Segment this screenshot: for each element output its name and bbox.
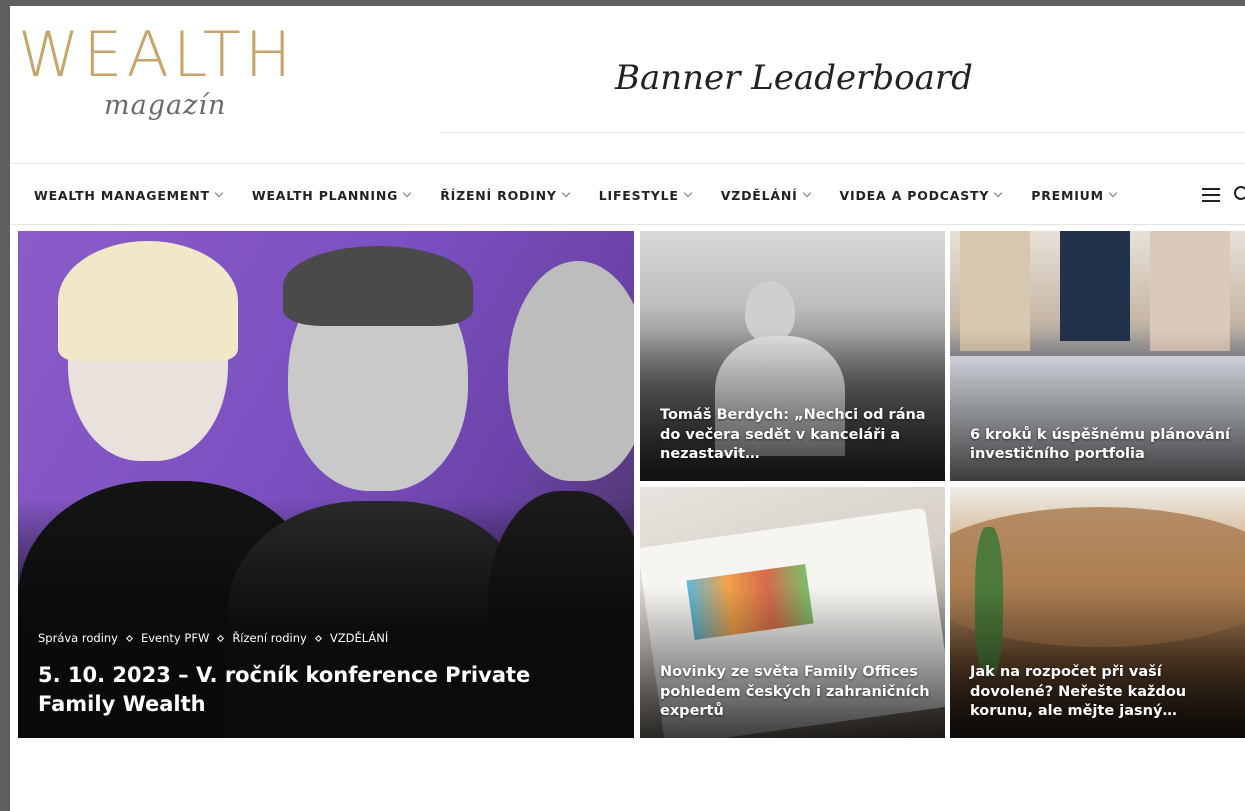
search-icon[interactable] [1234,186,1245,200]
nav-item-videa-a-podcasty[interactable]: VIDEA A PODCASTY [839,187,1003,203]
chevron-down-icon [1108,188,1118,198]
tag-separator-icon [314,634,322,642]
tag-link[interactable]: Řízení rodiny [232,631,307,645]
article-card[interactable]: Novinky ze světa Family Offices pohledem… [640,487,945,738]
nav-item-rizeni-rodiny[interactable]: ŘÍZENÍ RODINY [440,187,570,203]
logo-wordmark: WEALTH [18,18,296,91]
tag-link[interactable]: Správa rodiny [38,631,118,645]
page-frame: WEALTH magazín Banner Leaderboard WEALTH… [10,6,1245,811]
nav-item-wealth-management[interactable]: WEALTH MANAGEMENT [34,187,224,203]
article-title[interactable]: Novinky ze světa Family Offices pohledem… [660,663,931,722]
site-logo[interactable]: WEALTH magazín [18,24,318,134]
nav-item-wealth-planning[interactable]: WEALTH PLANNING [251,187,412,203]
hair-shape [283,246,473,326]
chevron-down-icon [561,188,570,198]
hair-shape [58,241,238,361]
nav-list: WEALTH MANAGEMENT WEALTH PLANNING ŘÍZENÍ… [34,164,1146,226]
banner-text: Banner Leaderboard [615,58,973,98]
chevron-down-icon [802,188,811,198]
hamburger-icon[interactable] [1202,188,1220,202]
person-shape [508,261,634,481]
banner-leaderboard[interactable]: Banner Leaderboard [440,46,1245,136]
chevron-down-icon [214,188,224,198]
nav-item-vzdelani[interactable]: VZDĚLÁNÍ [720,187,811,203]
article-title[interactable]: Tomáš Berdych: „Nechci od rána do večera… [660,406,931,465]
article-title[interactable]: Jak na rozpočet při vaší dovolené? Neřeš… [970,663,1231,722]
nav-item-label: ŘÍZENÍ RODINY [440,187,557,203]
chevron-down-icon [993,188,1003,198]
featured-tags: Správa rodiny Eventy PFW Řízení rodiny V… [38,631,388,645]
chevron-down-icon [402,188,412,198]
article-card[interactable]: Tomáš Berdych: „Nechci od rána do večera… [640,231,945,481]
main-nav: WEALTH MANAGEMENT WEALTH PLANNING ŘÍZENÍ… [10,163,1245,225]
tag-link[interactable]: Eventy PFW [141,631,209,645]
nav-item-label: WEALTH MANAGEMENT [34,187,210,203]
nav-item-label: LIFESTYLE [598,187,679,203]
nav-item-label: PREMIUM [1031,187,1104,203]
nav-item-premium[interactable]: PREMIUM [1031,187,1118,203]
nav-item-label: VIDEA A PODCASTY [839,187,990,203]
nav-item-label: VZDĚLÁNÍ [720,187,798,203]
nav-item-label: WEALTH PLANNING [251,187,399,203]
tag-separator-icon [125,634,134,642]
nav-item-lifestyle[interactable]: LIFESTYLE [598,187,692,203]
tag-separator-icon [217,634,225,642]
logo-subtitle: magazín [104,90,227,121]
featured-article[interactable]: Správa rodiny Eventy PFW Řízení rodiny V… [18,231,634,738]
article-title[interactable]: 6 kroků k úspěšnému plánování investiční… [970,426,1231,465]
featured-title[interactable]: 5. 10. 2023 – V. ročník konference Priva… [38,661,604,720]
tag-link[interactable]: VZDĚLÁNÍ [330,631,388,645]
banner-divider [440,132,1245,133]
chevron-down-icon [683,188,692,198]
body-shape [1060,231,1130,341]
article-card[interactable]: Jak na rozpočet při vaší dovolené? Neřeš… [950,487,1245,738]
article-card[interactable]: 6 kroků k úspěšnému plánování investiční… [950,231,1245,481]
